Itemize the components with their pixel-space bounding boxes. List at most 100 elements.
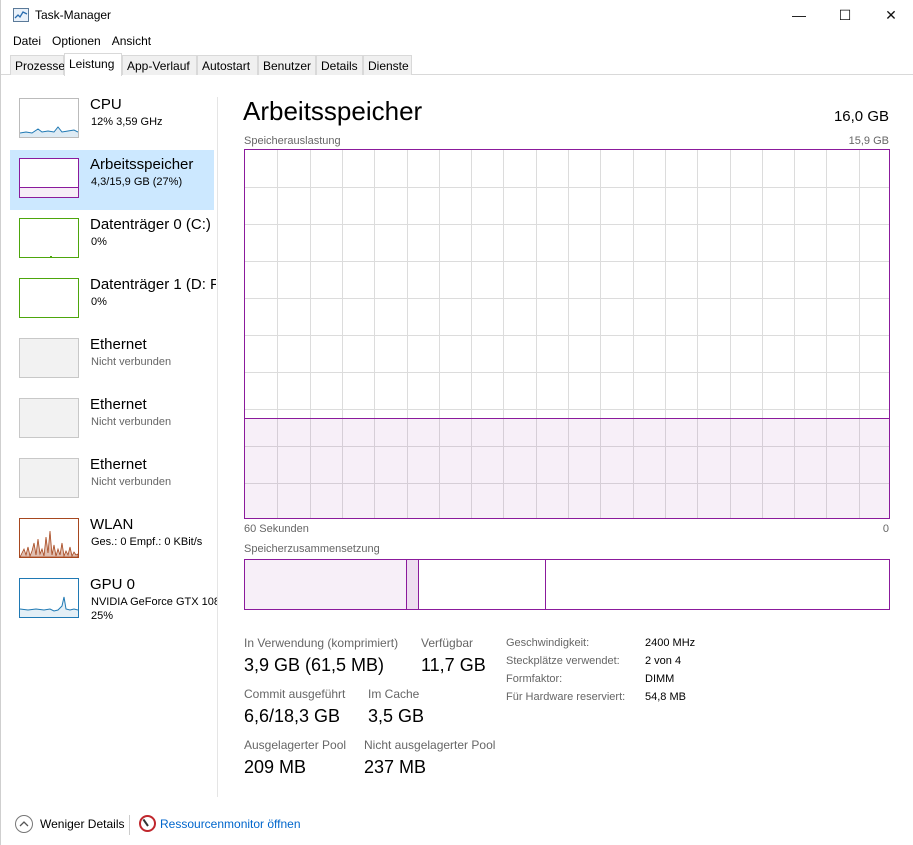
tab-leistung[interactable]: Leistung — [64, 53, 122, 76]
speed-label: Geschwindigkeit: — [506, 637, 590, 649]
cached-label: Im Cache — [368, 687, 420, 701]
tab-prozesse[interactable]: Prozesse — [10, 55, 65, 75]
menu-item-datei[interactable]: Datei — [1, 31, 48, 51]
sidebar-item-gpu[interactable]: GPU 0 NVIDIA GeForce GTX 108 25% — [10, 570, 217, 630]
sidebar-item-ethernet-3[interactable]: Ethernet Nicht verbunden — [10, 450, 214, 510]
menu-bar: Datei Optionen Ansicht — [1, 31, 158, 51]
tab-bar: Prozesse Leistung App-Verlauf Autostart … — [1, 53, 913, 76]
sidebar-item-subtitle: 0% — [91, 296, 107, 308]
committed-value: 6,6/18,3 GB — [244, 706, 341, 726]
maximize-button[interactable]: ☐ — [822, 0, 868, 30]
tab-dienste[interactable]: Dienste — [363, 55, 412, 75]
minimize-icon: — — [792, 7, 806, 23]
tab-details[interactable]: Details — [316, 55, 363, 75]
disk-1-thumbnail-graph — [19, 278, 79, 318]
graph-time-right: 0 — [882, 523, 889, 535]
menu-item-optionen[interactable]: Optionen — [50, 31, 108, 51]
footer: Weniger Details Ressourcenmonitor öffnen — [1, 805, 913, 845]
tab-autostart[interactable]: Autostart — [197, 55, 258, 75]
resource-monitor-link[interactable]: Ressourcenmonitor öffnen — [160, 817, 301, 831]
close-button[interactable]: ✕ — [868, 0, 913, 30]
composition-modified[interactable] — [406, 560, 419, 609]
memory-usage-graph — [244, 149, 890, 519]
memory-thumbnail-graph — [19, 158, 79, 198]
disk-0-thumbnail-graph — [19, 218, 79, 258]
sidebar-item-cpu[interactable]: CPU 12% 3,59 GHz — [10, 90, 214, 150]
slots-used-label: Steckplätze verwendet: — [506, 655, 620, 667]
graph-time-left: 60 Sekunden — [244, 523, 309, 535]
composition-standby[interactable] — [419, 560, 546, 609]
hardware-reserved-label: Für Hardware reserviert: — [506, 691, 626, 703]
in-use-value: 3,9 GB (61,5 MB) — [244, 655, 385, 675]
sidebar-item-subtitle: 4,3/15,9 GB (27%) — [91, 176, 183, 188]
sidebar-item-disk-0[interactable]: Datenträger 0 (C:) 0% — [10, 210, 214, 270]
footer-separator — [129, 815, 130, 835]
sidebar-item-title: Ethernet — [90, 396, 147, 413]
panel-divider — [217, 97, 218, 797]
available-value: 11,7 GB — [421, 655, 486, 675]
speed-value: 2400 MHz — [645, 637, 696, 649]
in-use-label: In Verwendung (komprimiert) — [244, 636, 399, 650]
sidebar-item-subtitle: Nicht verbunden — [91, 476, 172, 488]
tab-app-verlauf[interactable]: App-Verlauf — [122, 55, 197, 75]
close-icon: ✕ — [885, 6, 897, 23]
sidebar-item-title: Datenträger 1 (D: F — [90, 276, 216, 293]
fewer-details-button[interactable]: Weniger Details — [40, 817, 124, 831]
tab-benutzer[interactable]: Benutzer — [258, 55, 316, 75]
wlan-thumbnail-graph — [19, 518, 79, 558]
form-factor-value: DIMM — [645, 673, 675, 685]
sidebar-item-title: Ethernet — [90, 456, 147, 473]
paged-pool-value: 209 MB — [244, 757, 307, 777]
non-paged-pool-value: 237 MB — [364, 757, 427, 777]
task-manager-window: Task-Manager — ☐ ✕ Datei Optionen Ansich… — [0, 0, 913, 845]
sidebar-item-subtitle: Nicht verbunden — [91, 356, 172, 368]
sidebar-item-subtitle-2: 25% — [91, 610, 114, 622]
chevron-up-icon[interactable] — [15, 815, 33, 833]
sidebar-item-subtitle: Nicht verbunden — [91, 416, 172, 428]
sidebar-item-title: WLAN — [90, 516, 134, 533]
sidebar-item-title: Arbeitsspeicher — [90, 156, 194, 173]
sidebar-item-ethernet-2[interactable]: Ethernet Nicht verbunden — [10, 390, 214, 450]
minimize-button[interactable]: — — [776, 0, 822, 30]
sidebar-item-title: GPU 0 — [90, 576, 136, 593]
committed-label: Commit ausgeführt — [244, 687, 346, 701]
paged-pool-label: Ausgelagerter Pool — [244, 738, 347, 752]
hardware-reserved-value: 54,8 MB — [645, 691, 686, 703]
composition-label: Speicherzusammensetzung — [244, 543, 380, 555]
maximize-icon: ☐ — [838, 6, 852, 23]
resource-monitor-icon[interactable] — [139, 815, 156, 832]
sidebar-item-ethernet-1[interactable]: Ethernet Nicht verbunden — [10, 330, 214, 390]
non-paged-pool-label: Nicht ausgelagerter Pool — [364, 738, 496, 752]
memory-composition-bar — [244, 559, 890, 610]
menu-item-ansicht[interactable]: Ansicht — [110, 31, 158, 51]
sidebar-item-title: CPU — [90, 96, 122, 113]
title-bar[interactable]: Task-Manager — ☐ ✕ — [1, 0, 913, 30]
sidebar-item-subtitle: Ges.: 0 Empf.: 0 KBit/s — [91, 536, 203, 548]
graph-label: Speicherauslastung — [244, 135, 341, 147]
sidebar-item-subtitle: 12% 3,59 GHz — [91, 116, 163, 128]
sidebar-item-wlan[interactable]: WLAN Ges.: 0 Empf.: 0 KBit/s — [10, 510, 214, 570]
ethernet-thumbnail-graph — [19, 398, 79, 438]
memory-usage-fill — [245, 418, 889, 518]
total-memory: 16,0 GB — [833, 108, 889, 125]
sidebar-item-subtitle: 0% — [91, 236, 107, 248]
available-label: Verfügbar — [421, 636, 474, 650]
ethernet-thumbnail-graph — [19, 338, 79, 378]
sidebar-item-disk-1[interactable]: Datenträger 1 (D: F 0% — [10, 270, 216, 330]
page-title: Arbeitsspeicher — [243, 96, 423, 126]
graph-max-label: 15,9 GB — [848, 135, 889, 147]
form-factor-label: Formfaktor: — [506, 673, 563, 685]
gpu-thumbnail-graph — [19, 578, 79, 618]
resource-list: CPU 12% 3,59 GHz Arbeitsspeicher 4,3/15,… — [10, 90, 217, 810]
composition-in-use[interactable] — [245, 560, 406, 609]
sidebar-item-title: Ethernet — [90, 336, 147, 353]
cpu-thumbnail-graph — [19, 98, 79, 138]
sidebar-item-memory[interactable]: Arbeitsspeicher 4,3/15,9 GB (27%) — [10, 150, 214, 210]
cached-value: 3,5 GB — [368, 706, 425, 726]
slots-used-value: 2 von 4 — [645, 655, 682, 667]
task-manager-app-icon — [13, 8, 29, 22]
sidebar-item-subtitle: NVIDIA GeForce GTX 108 — [91, 596, 217, 608]
sidebar-item-title: Datenträger 0 (C:) — [90, 216, 211, 233]
window-title: Task-Manager — [35, 8, 112, 22]
ethernet-thumbnail-graph — [19, 458, 79, 498]
